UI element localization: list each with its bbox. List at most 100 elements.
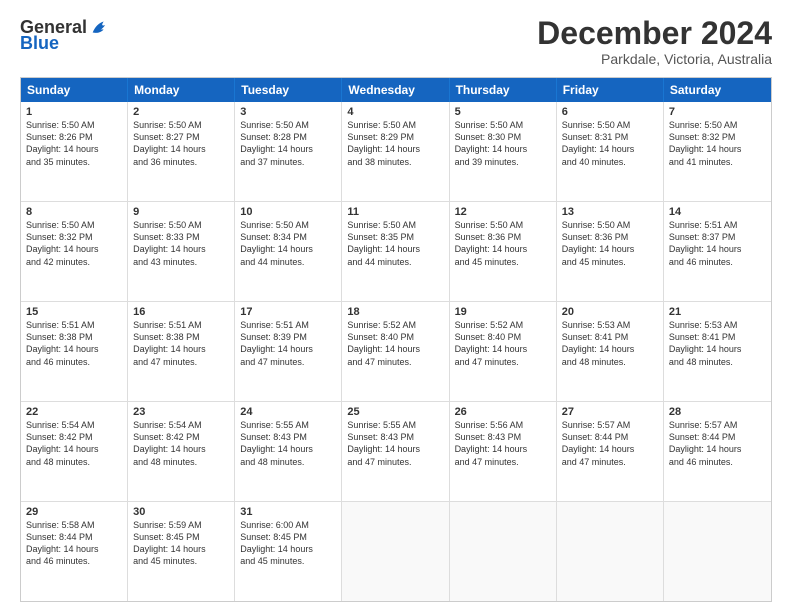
day-number: 4 xyxy=(347,106,443,118)
calendar-cell: 12Sunrise: 5:50 AM Sunset: 8:36 PM Dayli… xyxy=(450,202,557,301)
day-number: 17 xyxy=(240,306,336,318)
day-number: 21 xyxy=(669,306,766,318)
logo: General Blue xyxy=(20,16,111,52)
day-number: 7 xyxy=(669,106,766,118)
day-number: 26 xyxy=(455,406,551,418)
day-info: Sunrise: 5:50 AM Sunset: 8:35 PM Dayligh… xyxy=(347,219,443,268)
day-number: 5 xyxy=(455,106,551,118)
day-number: 31 xyxy=(240,506,336,518)
title-block: December 2024 Parkdale, Victoria, Austra… xyxy=(537,16,772,67)
calendar: SundayMondayTuesdayWednesdayThursdayFrid… xyxy=(20,77,772,602)
month-title: December 2024 xyxy=(537,16,772,51)
calendar-cell: 21Sunrise: 5:53 AM Sunset: 8:41 PM Dayli… xyxy=(664,302,771,401)
calendar-cell: 24Sunrise: 5:55 AM Sunset: 8:43 PM Dayli… xyxy=(235,402,342,501)
calendar-cell: 29Sunrise: 5:58 AM Sunset: 8:44 PM Dayli… xyxy=(21,502,128,601)
day-info: Sunrise: 5:52 AM Sunset: 8:40 PM Dayligh… xyxy=(347,319,443,368)
day-info: Sunrise: 5:51 AM Sunset: 8:39 PM Dayligh… xyxy=(240,319,336,368)
calendar-cell xyxy=(664,502,771,601)
calendar-cell: 8Sunrise: 5:50 AM Sunset: 8:32 PM Daylig… xyxy=(21,202,128,301)
calendar-cell: 19Sunrise: 5:52 AM Sunset: 8:40 PM Dayli… xyxy=(450,302,557,401)
day-number: 9 xyxy=(133,206,229,218)
day-number: 22 xyxy=(26,406,122,418)
day-info: Sunrise: 5:55 AM Sunset: 8:43 PM Dayligh… xyxy=(347,419,443,468)
calendar-cell: 9Sunrise: 5:50 AM Sunset: 8:33 PM Daylig… xyxy=(128,202,235,301)
day-info: Sunrise: 5:57 AM Sunset: 8:44 PM Dayligh… xyxy=(562,419,658,468)
day-info: Sunrise: 5:50 AM Sunset: 8:34 PM Dayligh… xyxy=(240,219,336,268)
calendar-row-3: 22Sunrise: 5:54 AM Sunset: 8:42 PM Dayli… xyxy=(21,402,771,502)
header-day-sunday: Sunday xyxy=(21,78,128,102)
day-info: Sunrise: 5:54 AM Sunset: 8:42 PM Dayligh… xyxy=(26,419,122,468)
day-info: Sunrise: 5:50 AM Sunset: 8:27 PM Dayligh… xyxy=(133,119,229,168)
calendar-cell: 28Sunrise: 5:57 AM Sunset: 8:44 PM Dayli… xyxy=(664,402,771,501)
calendar-row-2: 15Sunrise: 5:51 AM Sunset: 8:38 PM Dayli… xyxy=(21,302,771,402)
calendar-cell: 22Sunrise: 5:54 AM Sunset: 8:42 PM Dayli… xyxy=(21,402,128,501)
day-number: 16 xyxy=(133,306,229,318)
calendar-cell: 17Sunrise: 5:51 AM Sunset: 8:39 PM Dayli… xyxy=(235,302,342,401)
day-info: Sunrise: 5:50 AM Sunset: 8:36 PM Dayligh… xyxy=(562,219,658,268)
day-number: 30 xyxy=(133,506,229,518)
day-number: 19 xyxy=(455,306,551,318)
day-info: Sunrise: 5:51 AM Sunset: 8:37 PM Dayligh… xyxy=(669,219,766,268)
header-day-thursday: Thursday xyxy=(450,78,557,102)
calendar-cell: 13Sunrise: 5:50 AM Sunset: 8:36 PM Dayli… xyxy=(557,202,664,301)
calendar-cell: 6Sunrise: 5:50 AM Sunset: 8:31 PM Daylig… xyxy=(557,102,664,201)
calendar-cell: 20Sunrise: 5:53 AM Sunset: 8:41 PM Dayli… xyxy=(557,302,664,401)
day-number: 25 xyxy=(347,406,443,418)
calendar-cell: 15Sunrise: 5:51 AM Sunset: 8:38 PM Dayli… xyxy=(21,302,128,401)
calendar-cell: 30Sunrise: 5:59 AM Sunset: 8:45 PM Dayli… xyxy=(128,502,235,601)
day-number: 1 xyxy=(26,106,122,118)
day-info: Sunrise: 5:50 AM Sunset: 8:33 PM Dayligh… xyxy=(133,219,229,268)
day-info: Sunrise: 5:50 AM Sunset: 8:28 PM Dayligh… xyxy=(240,119,336,168)
page: General Blue December 2024 Parkdale, Vic… xyxy=(0,0,792,612)
day-number: 29 xyxy=(26,506,122,518)
day-number: 14 xyxy=(669,206,766,218)
day-info: Sunrise: 6:00 AM Sunset: 8:45 PM Dayligh… xyxy=(240,519,336,568)
calendar-cell: 16Sunrise: 5:51 AM Sunset: 8:38 PM Dayli… xyxy=(128,302,235,401)
calendar-cell: 10Sunrise: 5:50 AM Sunset: 8:34 PM Dayli… xyxy=(235,202,342,301)
calendar-cell: 3Sunrise: 5:50 AM Sunset: 8:28 PM Daylig… xyxy=(235,102,342,201)
header-day-monday: Monday xyxy=(128,78,235,102)
calendar-cell: 4Sunrise: 5:50 AM Sunset: 8:29 PM Daylig… xyxy=(342,102,449,201)
calendar-cell: 11Sunrise: 5:50 AM Sunset: 8:35 PM Dayli… xyxy=(342,202,449,301)
calendar-cell: 27Sunrise: 5:57 AM Sunset: 8:44 PM Dayli… xyxy=(557,402,664,501)
day-info: Sunrise: 5:50 AM Sunset: 8:32 PM Dayligh… xyxy=(669,119,766,168)
day-number: 13 xyxy=(562,206,658,218)
day-number: 24 xyxy=(240,406,336,418)
day-number: 3 xyxy=(240,106,336,118)
day-info: Sunrise: 5:53 AM Sunset: 8:41 PM Dayligh… xyxy=(562,319,658,368)
header-day-friday: Friday xyxy=(557,78,664,102)
day-info: Sunrise: 5:50 AM Sunset: 8:30 PM Dayligh… xyxy=(455,119,551,168)
calendar-cell xyxy=(450,502,557,601)
logo-bird-icon xyxy=(89,16,111,38)
day-number: 27 xyxy=(562,406,658,418)
calendar-cell: 23Sunrise: 5:54 AM Sunset: 8:42 PM Dayli… xyxy=(128,402,235,501)
day-number: 23 xyxy=(133,406,229,418)
calendar-cell: 31Sunrise: 6:00 AM Sunset: 8:45 PM Dayli… xyxy=(235,502,342,601)
calendar-cell: 18Sunrise: 5:52 AM Sunset: 8:40 PM Dayli… xyxy=(342,302,449,401)
day-info: Sunrise: 5:52 AM Sunset: 8:40 PM Dayligh… xyxy=(455,319,551,368)
day-number: 6 xyxy=(562,106,658,118)
day-info: Sunrise: 5:55 AM Sunset: 8:43 PM Dayligh… xyxy=(240,419,336,468)
day-info: Sunrise: 5:51 AM Sunset: 8:38 PM Dayligh… xyxy=(133,319,229,368)
day-number: 18 xyxy=(347,306,443,318)
day-info: Sunrise: 5:50 AM Sunset: 8:36 PM Dayligh… xyxy=(455,219,551,268)
calendar-row-4: 29Sunrise: 5:58 AM Sunset: 8:44 PM Dayli… xyxy=(21,502,771,601)
calendar-cell: 14Sunrise: 5:51 AM Sunset: 8:37 PM Dayli… xyxy=(664,202,771,301)
calendar-cell: 26Sunrise: 5:56 AM Sunset: 8:43 PM Dayli… xyxy=(450,402,557,501)
day-number: 11 xyxy=(347,206,443,218)
day-info: Sunrise: 5:51 AM Sunset: 8:38 PM Dayligh… xyxy=(26,319,122,368)
day-number: 28 xyxy=(669,406,766,418)
calendar-cell: 7Sunrise: 5:50 AM Sunset: 8:32 PM Daylig… xyxy=(664,102,771,201)
header-day-tuesday: Tuesday xyxy=(235,78,342,102)
calendar-cell: 5Sunrise: 5:50 AM Sunset: 8:30 PM Daylig… xyxy=(450,102,557,201)
day-number: 15 xyxy=(26,306,122,318)
calendar-row-0: 1Sunrise: 5:50 AM Sunset: 8:26 PM Daylig… xyxy=(21,102,771,202)
day-number: 2 xyxy=(133,106,229,118)
day-number: 12 xyxy=(455,206,551,218)
logo-blue: Blue xyxy=(20,34,59,52)
calendar-cell: 1Sunrise: 5:50 AM Sunset: 8:26 PM Daylig… xyxy=(21,102,128,201)
day-number: 10 xyxy=(240,206,336,218)
day-info: Sunrise: 5:50 AM Sunset: 8:26 PM Dayligh… xyxy=(26,119,122,168)
calendar-row-1: 8Sunrise: 5:50 AM Sunset: 8:32 PM Daylig… xyxy=(21,202,771,302)
day-info: Sunrise: 5:53 AM Sunset: 8:41 PM Dayligh… xyxy=(669,319,766,368)
